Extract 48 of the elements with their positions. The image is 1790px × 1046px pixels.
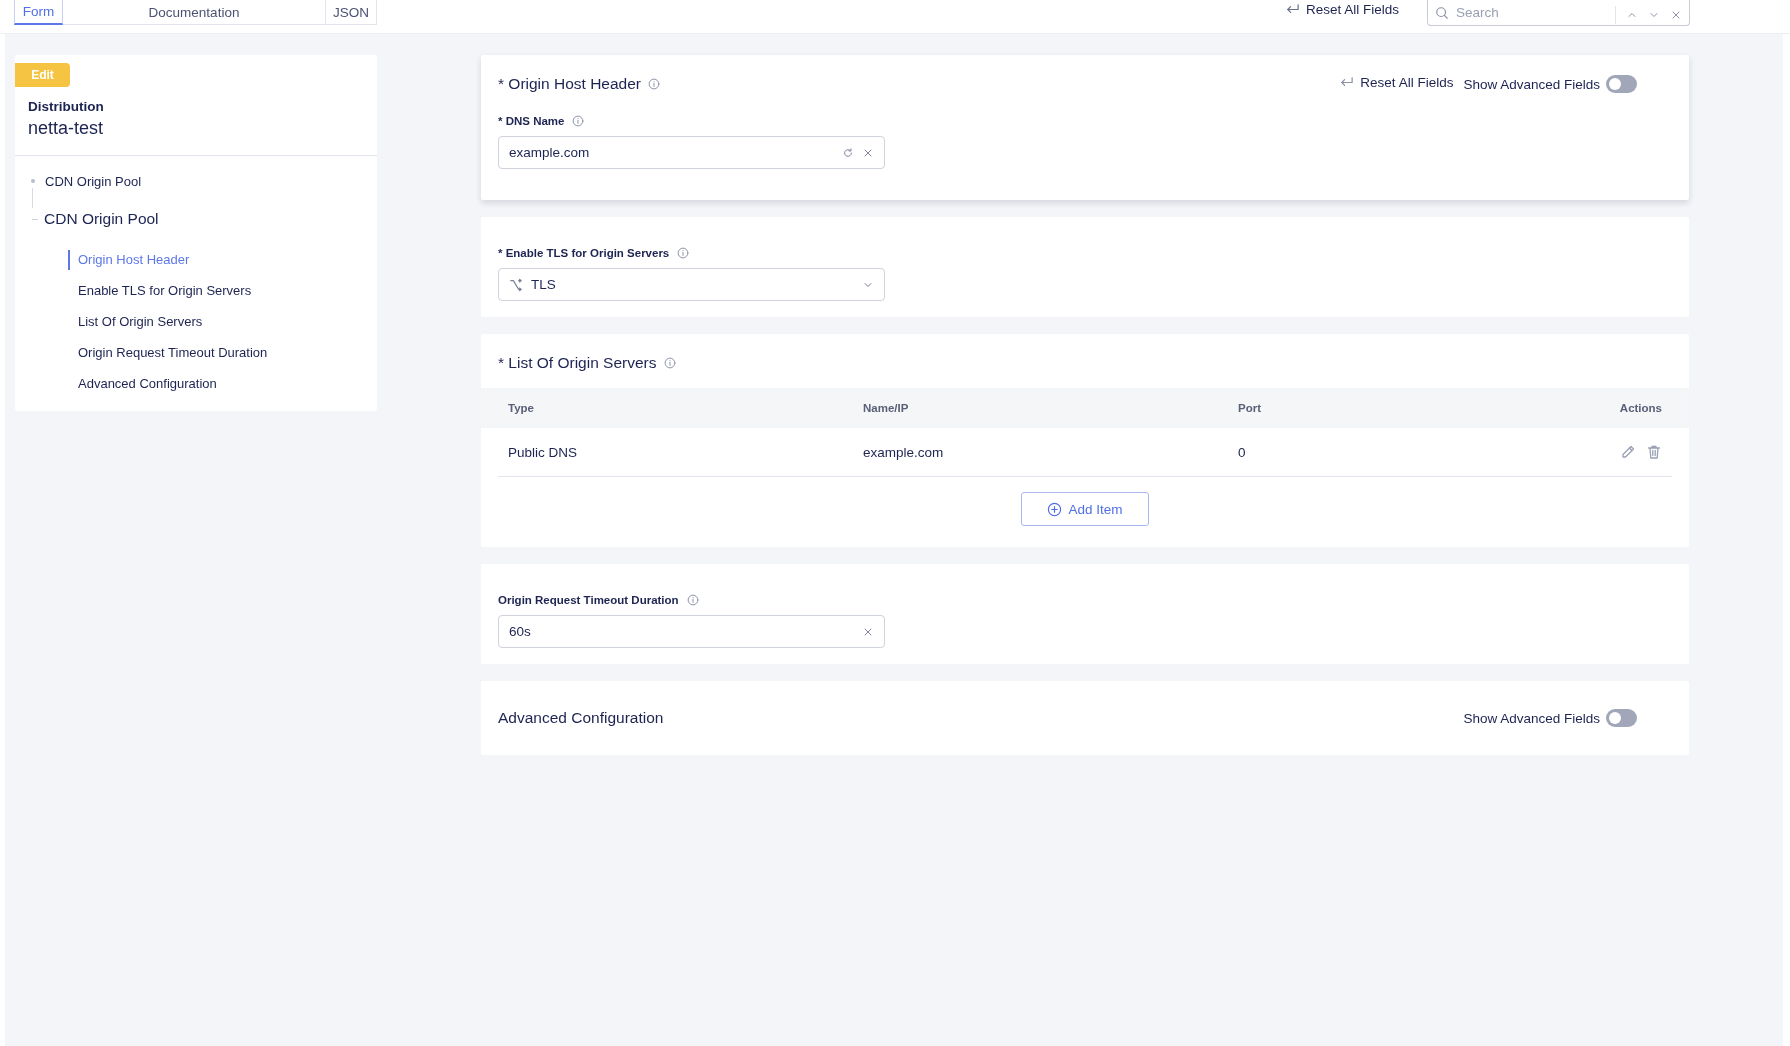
nav-item[interactable]: Origin Host Header [68,249,190,270]
reset-all-fields-link[interactable]: Reset All Fields [1284,2,1399,17]
field-label: * DNS Name [498,115,565,127]
select-field[interactable]: TLS [498,268,885,301]
table-cell-text: example.com [863,444,945,460]
info-icon [572,115,585,127]
toggle-label: Show Advanced Fields [1463,76,1600,92]
refresh-icon[interactable] [842,146,854,159]
tree-item[interactable]: CDN Origin Pool [44,210,159,228]
tab[interactable]: JSON [326,0,377,25]
table-cell-text: 0 [1238,444,1247,460]
delete-icon[interactable] [1646,444,1662,460]
tree-item[interactable]: CDN Origin Pool [45,173,142,189]
close-icon[interactable] [1670,9,1682,21]
info-icon [686,594,699,606]
column-header: Type [508,402,535,414]
text-field[interactable]: example.com [498,136,885,169]
tree-dot [31,179,35,183]
nav-item[interactable]: Enable TLS for Origin Servers [78,283,252,298]
search-field[interactable]: Search [1427,0,1690,26]
tab[interactable]: Form [14,0,63,25]
add-icon [1047,501,1063,517]
edit-badge: Edit [15,63,70,87]
nav-item[interactable]: Origin Request Timeout Duration [78,345,268,360]
column-header: Port [1238,402,1262,414]
field-label: Origin Request Timeout Duration [498,594,679,606]
section-title: * List Of Origin Servers [498,354,657,372]
nav-item[interactable]: Advanced Configuration [78,376,217,391]
section-title: Advanced Configuration [498,709,664,727]
resource-name: netta-test [28,118,105,139]
column-header: Actions [1619,402,1662,414]
tab[interactable]: Documentation [63,0,326,25]
nav-item[interactable]: List Of Origin Servers [78,314,203,329]
text-field[interactable]: 60s [498,615,885,648]
column-header: Name/IP [863,402,910,414]
resource-type-label: Distribution [28,99,105,114]
branch-icon [509,277,523,292]
info-icon [677,247,690,259]
toggle-label: Show Advanced Fields [1463,710,1600,726]
reset-all-fields-link[interactable]: Reset All Fields [1339,74,1454,90]
edit-icon[interactable] [1620,444,1636,460]
table-cell-text: Public DNS [508,444,579,460]
search-icon [1435,6,1449,20]
add-item-button[interactable]: Add Item [1021,492,1149,526]
toggle-switch[interactable] [1606,709,1637,727]
section-title: * Origin Host Header [498,75,641,93]
field-label: * Enable TLS for Origin Servers [498,247,670,259]
toggle-switch[interactable] [1606,75,1637,93]
